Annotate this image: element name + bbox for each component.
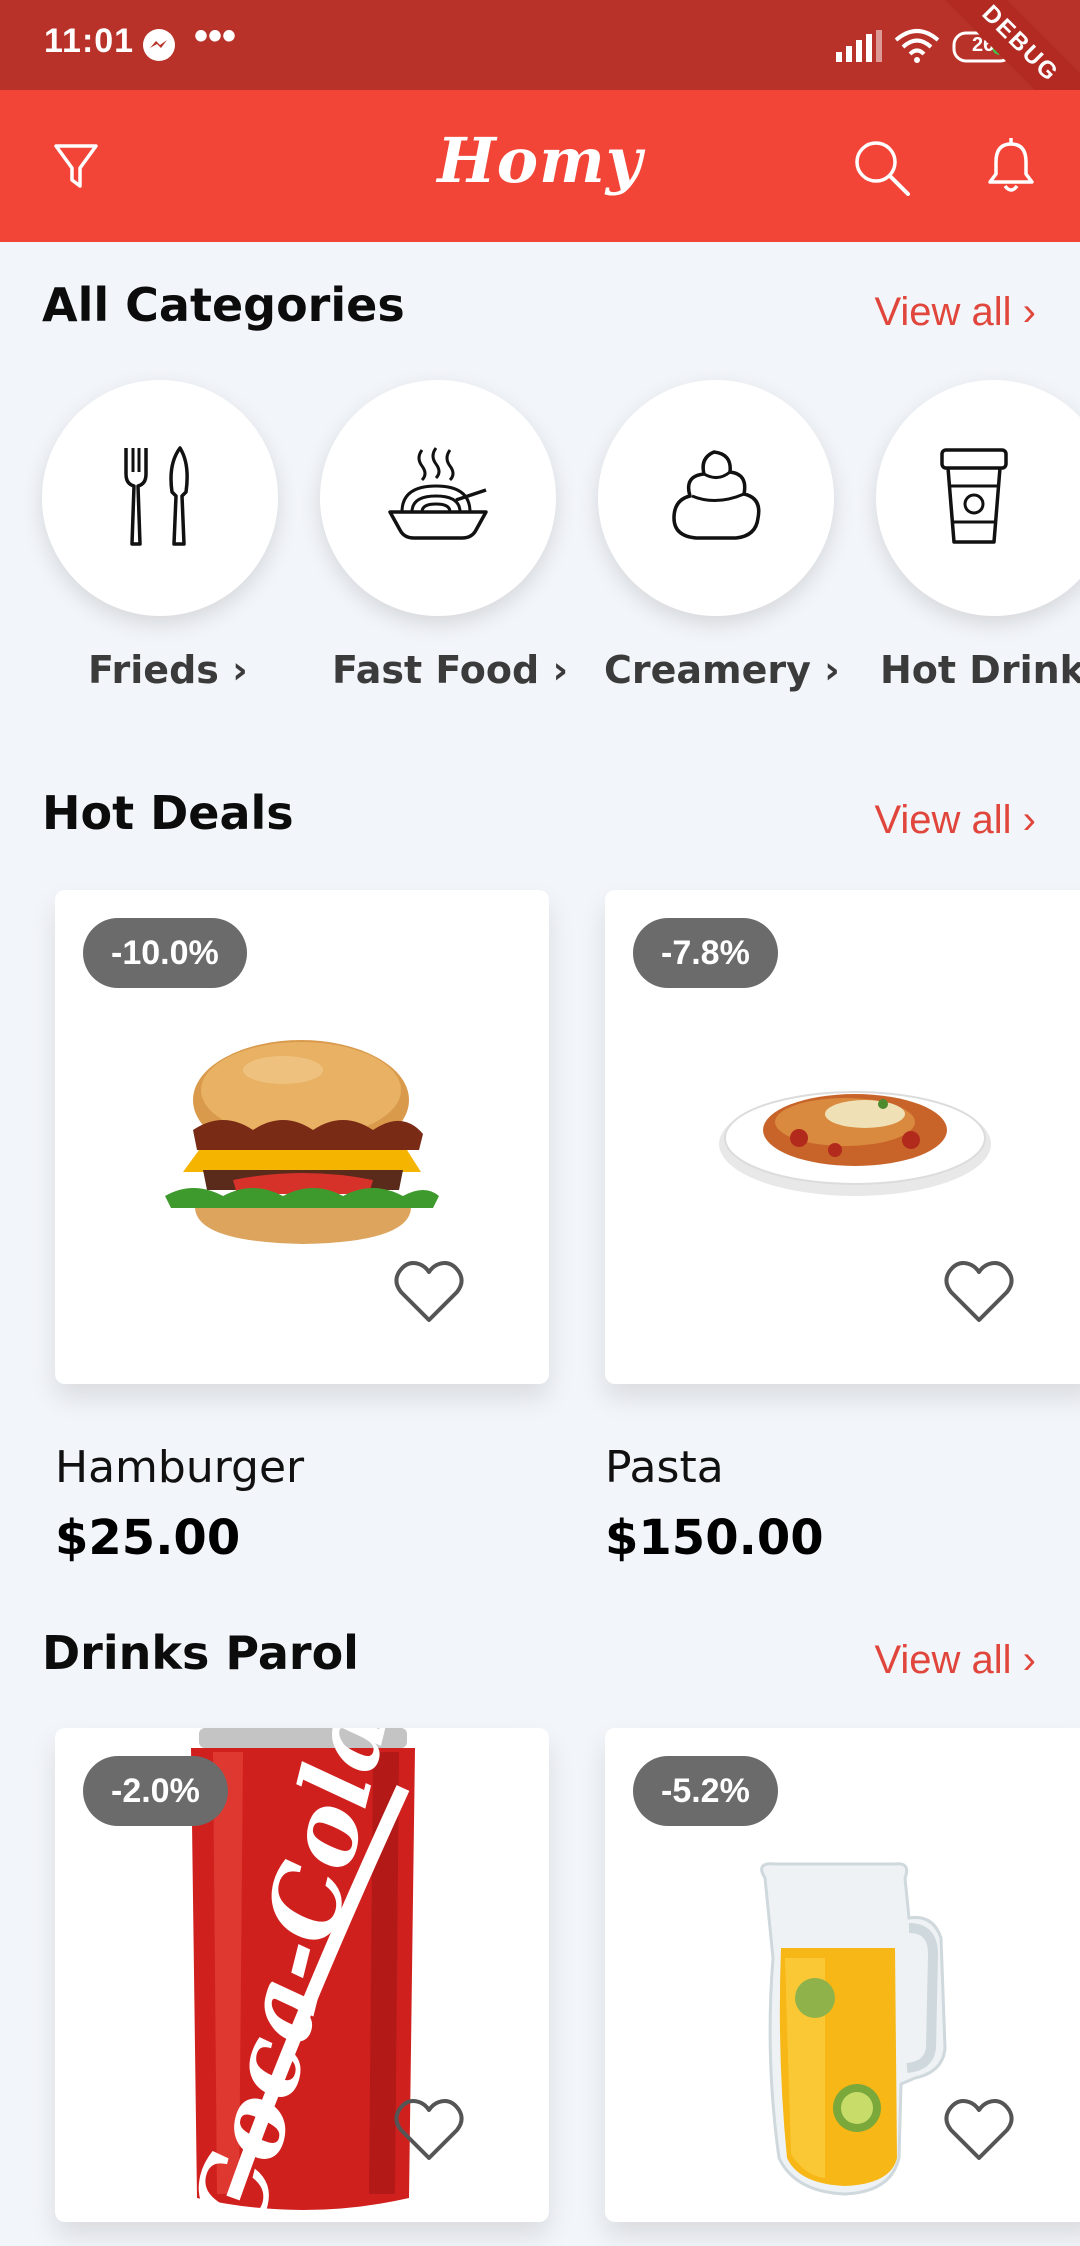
product-card-pasta[interactable]: -7.8% — [605, 890, 1080, 1384]
favorite-heart-icon[interactable] — [943, 2098, 1015, 2166]
app-bar: Homy — [0, 90, 1080, 242]
categories-view-all-link[interactable]: View all › — [874, 290, 1036, 335]
category-fast-food[interactable] — [320, 380, 556, 616]
search-icon[interactable] — [852, 138, 912, 202]
product-card-cola[interactable]: Coca-Cola -2.0% — [55, 1728, 549, 2222]
favorite-heart-icon[interactable] — [943, 1260, 1015, 1328]
drinks-title: Drinks Parol — [42, 1626, 359, 1680]
product-name-hamburger: Hamburger — [55, 1442, 305, 1493]
noodle-bowl-icon — [386, 446, 490, 550]
coffee-cup-icon — [938, 446, 1010, 550]
pasta-image — [715, 1060, 995, 1214]
category-label-hot-drinks[interactable]: Hot Drinks — [880, 648, 1080, 692]
app-logo: Homy — [437, 124, 643, 197]
category-hot-drinks[interactable] — [876, 380, 1080, 616]
discount-badge: -2.0% — [83, 1756, 228, 1826]
category-label-creamery[interactable]: Creamery › — [604, 648, 840, 692]
discount-badge: -7.8% — [633, 918, 778, 988]
ice-cream-icon — [666, 448, 766, 548]
drinks-view-all-link[interactable]: View all › — [874, 1638, 1036, 1683]
product-card-juice[interactable]: -5.2% — [605, 1728, 1080, 2222]
bell-icon[interactable] — [986, 138, 1036, 198]
signal-icon — [836, 30, 882, 66]
messenger-icon — [142, 28, 176, 66]
juice-pitcher-image — [745, 1858, 975, 2202]
status-time: 11:01 — [44, 22, 135, 60]
favorite-heart-icon[interactable] — [393, 1260, 465, 1328]
hot-deals-view-all-link[interactable]: View all › — [874, 798, 1036, 843]
discount-badge: -10.0% — [83, 918, 247, 988]
discount-badge: -5.2% — [633, 1756, 778, 1826]
category-frieds[interactable] — [42, 380, 278, 616]
product-price-hamburger: $25.00 — [55, 1510, 241, 1566]
hot-deals-title: Hot Deals — [42, 786, 294, 840]
categories-title: All Categories — [42, 278, 405, 332]
category-label-frieds[interactable]: Frieds › — [88, 648, 248, 692]
category-label-fast-food[interactable]: Fast Food › — [332, 648, 568, 692]
category-creamery[interactable] — [598, 380, 834, 616]
cutlery-icon — [120, 444, 200, 552]
status-bar: 11:01 ••• 26 DEBUG — [0, 0, 1080, 145]
product-name-pasta: Pasta — [605, 1442, 724, 1493]
wifi-icon — [894, 28, 940, 68]
product-card-hamburger[interactable]: -10.0% — [55, 890, 549, 1384]
hamburger-image — [163, 1030, 443, 1254]
status-overflow-dots: ••• — [194, 14, 237, 58]
favorite-heart-icon[interactable] — [393, 2098, 465, 2166]
product-price-pasta: $150.00 — [605, 1510, 824, 1566]
